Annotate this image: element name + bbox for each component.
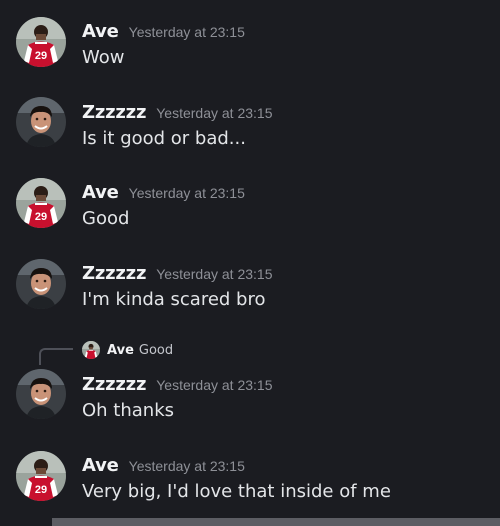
username[interactable]: Zzzzzz [82, 263, 146, 284]
timestamp: Yesterday at 23:15 [156, 266, 273, 282]
football-player-avatar-icon: 29 [16, 451, 66, 501]
message-content: Wow [82, 47, 125, 68]
reply-username: Ave [107, 342, 134, 358]
timestamp: Yesterday at 23:15 [128, 185, 245, 201]
message-header: Zzzzzz Yesterday at 23:15 [82, 102, 273, 123]
svg-text:29: 29 [35, 50, 47, 62]
message-content: Good [82, 208, 130, 229]
message-header: Zzzzzz Yesterday at 23:15 [82, 263, 273, 284]
reply-connector [39, 348, 73, 365]
reply-avatar [82, 341, 100, 359]
smiling-man-avatar-icon [16, 259, 66, 309]
timestamp: Yesterday at 23:15 [128, 458, 245, 474]
football-player-avatar-icon [82, 341, 100, 359]
avatar[interactable]: 29 [16, 451, 66, 501]
username[interactable]: Zzzzzz [82, 102, 146, 123]
timestamp: Yesterday at 23:15 [156, 105, 273, 121]
message-content: I'm kinda scared bro [82, 289, 266, 310]
username[interactable]: Ave [82, 182, 119, 203]
avatar[interactable] [16, 259, 66, 309]
reply-content: Good [138, 342, 174, 358]
avatar[interactable] [16, 97, 66, 147]
username[interactable]: Zzzzzz [82, 374, 146, 395]
timestamp: Yesterday at 23:15 [156, 377, 273, 393]
football-player-avatar-icon: 29 [16, 178, 66, 228]
avatar[interactable]: 29 [16, 17, 66, 67]
message-header: Ave Yesterday at 23:15 [82, 21, 245, 42]
username[interactable]: Ave [82, 455, 119, 476]
smiling-man-avatar-icon [16, 369, 66, 419]
username[interactable]: Ave [82, 21, 119, 42]
message-content: Very big, I'd love that inside of me [82, 481, 391, 502]
svg-text:29: 29 [35, 211, 47, 223]
avatar[interactable]: 29 [16, 178, 66, 228]
message-content: Is it good or bad... [82, 128, 246, 149]
message-content: Oh thanks [82, 400, 175, 421]
message-header: Zzzzzz Yesterday at 23:15 [82, 374, 273, 395]
scrollbar[interactable] [52, 518, 500, 526]
message-header: Ave Yesterday at 23:15 [82, 455, 245, 476]
avatar[interactable] [16, 369, 66, 419]
timestamp: Yesterday at 23:15 [128, 24, 245, 40]
smiling-man-avatar-icon [16, 97, 66, 147]
reply-reference[interactable]: Ave Good [82, 340, 173, 360]
football-player-avatar-icon: 29 [16, 17, 66, 67]
message-header: Ave Yesterday at 23:15 [82, 182, 245, 203]
svg-text:29: 29 [35, 484, 47, 496]
